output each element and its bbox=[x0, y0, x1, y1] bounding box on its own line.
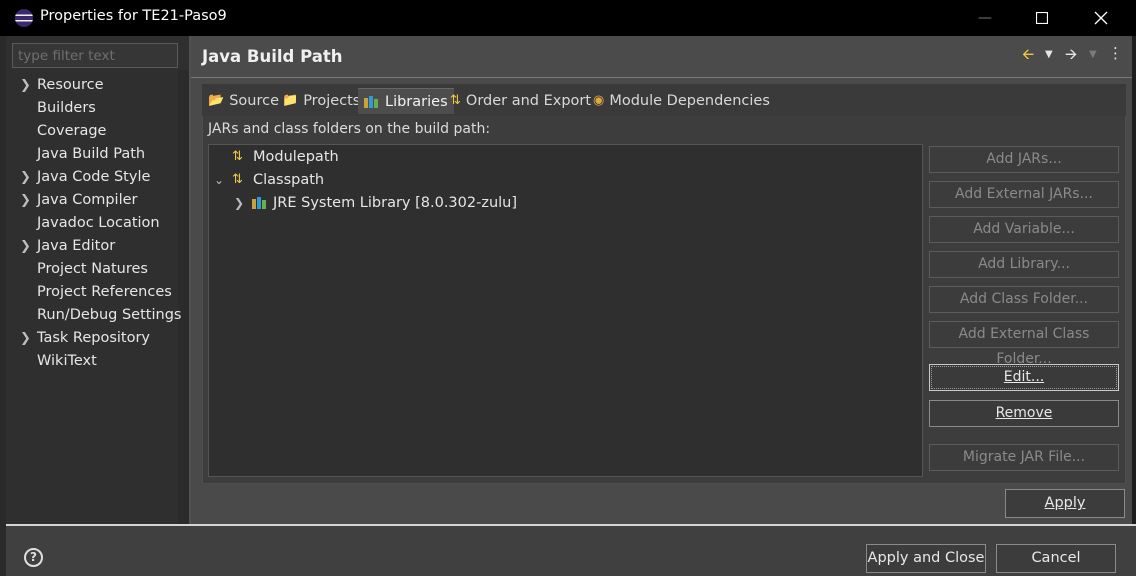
tab-projects[interactable]: 📁 Projects bbox=[282, 88, 360, 114]
filter-input[interactable] bbox=[12, 43, 178, 68]
edit-button[interactable]: Edit... bbox=[929, 364, 1119, 391]
dropdown-icon[interactable]: ▼ bbox=[1089, 49, 1097, 60]
apply-button[interactable]: Apply bbox=[1005, 489, 1125, 518]
sidebar-item-java-build-path[interactable]: Java Build Path bbox=[14, 143, 184, 166]
tab-label: Order and Export bbox=[465, 93, 592, 109]
sidebar-item-label: Javadoc Location bbox=[37, 215, 160, 231]
window-title: Properties for TE21-Paso9 bbox=[40, 8, 227, 24]
add-variable-button[interactable]: Add Variable... bbox=[929, 216, 1119, 243]
tab-source[interactable]: 📂 Source bbox=[208, 88, 279, 114]
tab-order-export[interactable]: ⇅ Order and Export bbox=[450, 88, 591, 114]
sidebar-item-java-code-style[interactable]: ❯ Java Code Style bbox=[14, 166, 184, 189]
tab-label: Module Dependencies bbox=[609, 93, 770, 109]
sidebar-item-builders[interactable]: Builders bbox=[14, 97, 184, 120]
tab-label: Projects bbox=[303, 93, 361, 109]
add-jars-button[interactable]: Add JARs... bbox=[929, 146, 1119, 173]
close-button[interactable] bbox=[1078, 0, 1124, 36]
sidebar-item-label: Project Natures bbox=[37, 261, 148, 277]
tree-item-label: JRE System Library [8.0.302-zulu] bbox=[273, 195, 518, 211]
tree-item-classpath[interactable]: ⌄ ⇅ Classpath bbox=[212, 169, 324, 191]
sidebar-item-label: Java Editor bbox=[37, 238, 116, 254]
sidebar-item-run-debug-settings[interactable]: Run/Debug Settings bbox=[14, 304, 184, 327]
sidebar-item-label: Project References bbox=[37, 284, 172, 300]
sidebar-item-java-compiler[interactable]: ❯ Java Compiler bbox=[14, 189, 184, 212]
forward-arrow-icon[interactable]: 🡪 bbox=[1065, 44, 1077, 69]
sidebar-item-coverage[interactable]: Coverage bbox=[14, 120, 184, 143]
libraries-description: JARs and class folders on the build path… bbox=[208, 121, 491, 137]
sidebar-item-task-repository[interactable]: ❯ Task Repository bbox=[14, 327, 184, 350]
sidebar-item-label: WikiText bbox=[37, 353, 97, 369]
path-container-icon: ⇅ bbox=[232, 172, 243, 187]
back-arrow-icon[interactable]: 🡨 bbox=[1022, 44, 1034, 69]
chevron-right-icon[interactable]: ❯ bbox=[20, 166, 31, 189]
dropdown-icon[interactable]: ▼ bbox=[1045, 49, 1053, 60]
remove-button[interactable]: Remove bbox=[929, 400, 1119, 427]
chevron-right-icon[interactable]: ❯ bbox=[20, 235, 31, 258]
sidebar-item-wikitext[interactable]: WikiText bbox=[14, 350, 184, 373]
order-export-icon: ⇅ bbox=[450, 93, 461, 108]
tab-libraries[interactable]: Libraries bbox=[358, 88, 454, 114]
preference-tree: ❯ Resource Builders Coverage Java Build P… bbox=[14, 74, 184, 373]
chevron-right-icon[interactable]: ❯ bbox=[232, 192, 246, 214]
tree-item-label: Classpath bbox=[253, 172, 325, 188]
sidebar-item-label: Java Code Style bbox=[37, 169, 151, 185]
sidebar-item-label: Builders bbox=[37, 100, 96, 116]
sidebar-item-label: Resource bbox=[37, 77, 104, 93]
sidebar-item-label: Coverage bbox=[37, 123, 107, 139]
migrate-jar-button[interactable]: Migrate JAR File... bbox=[929, 444, 1119, 471]
sidebar-item-project-natures[interactable]: Project Natures bbox=[14, 258, 184, 281]
title-bar: Properties for TE21-Paso9 — bbox=[0, 0, 1136, 36]
close-icon bbox=[1094, 11, 1108, 25]
sidebar-item-label: Task Repository bbox=[37, 330, 151, 346]
cancel-button[interactable]: Cancel bbox=[996, 544, 1116, 573]
sidebar-item-project-references[interactable]: Project References bbox=[14, 281, 184, 304]
eclipse-logo-icon bbox=[15, 9, 33, 27]
tree-item-label: Modulepath bbox=[253, 149, 339, 165]
page-title: Java Build Path bbox=[202, 47, 343, 66]
add-library-button[interactable]: Add Library... bbox=[929, 251, 1119, 278]
help-icon[interactable]: ? bbox=[24, 548, 43, 567]
tree-item-modulepath[interactable]: ⇅ Modulepath bbox=[212, 146, 339, 168]
libraries-icon bbox=[364, 95, 379, 108]
chevron-right-icon[interactable]: ❯ bbox=[20, 189, 31, 212]
sidebar-item-label: Java Compiler bbox=[37, 192, 138, 208]
apply-and-close-button[interactable]: Apply and Close bbox=[866, 544, 986, 573]
chevron-right-icon[interactable]: ❯ bbox=[20, 327, 31, 350]
chevron-right-icon[interactable]: ❯ bbox=[20, 74, 31, 97]
sidebar-item-javadoc-location[interactable]: Javadoc Location bbox=[14, 212, 184, 235]
view-menu-icon[interactable]: ⋮ bbox=[1108, 44, 1123, 62]
sidebar-item-resource[interactable]: ❯ Resource bbox=[14, 74, 184, 97]
minimize-button[interactable]: — bbox=[962, 0, 1008, 36]
sidebar-item-label: Java Build Path bbox=[37, 146, 146, 162]
add-class-folder-button[interactable]: Add Class Folder... bbox=[929, 286, 1119, 313]
maximize-button[interactable] bbox=[1019, 0, 1065, 36]
library-icon bbox=[252, 197, 267, 209]
sidebar-item-label: Run/Debug Settings bbox=[37, 307, 182, 323]
chevron-down-icon[interactable]: ⌄ bbox=[212, 169, 226, 191]
add-external-class-folder-button[interactable]: Add External Class Folder... bbox=[929, 321, 1119, 367]
path-container-icon: ⇅ bbox=[232, 149, 243, 164]
projects-folder-icon: 📁 bbox=[282, 93, 299, 108]
tab-label: Source bbox=[229, 93, 279, 109]
source-folder-icon: 📂 bbox=[208, 93, 225, 108]
tree-item-jre-system-library[interactable]: ❯ JRE System Library [8.0.302-zulu] bbox=[232, 192, 517, 214]
module-icon: ◉ bbox=[593, 93, 605, 108]
add-external-jars-button[interactable]: Add External JARs... bbox=[929, 181, 1119, 208]
maximize-icon bbox=[1036, 12, 1048, 24]
tab-module-dependencies[interactable]: ◉ Module Dependencies bbox=[593, 88, 770, 114]
tab-label: Libraries bbox=[385, 93, 448, 110]
sidebar-item-java-editor[interactable]: ❯ Java Editor bbox=[14, 235, 184, 258]
